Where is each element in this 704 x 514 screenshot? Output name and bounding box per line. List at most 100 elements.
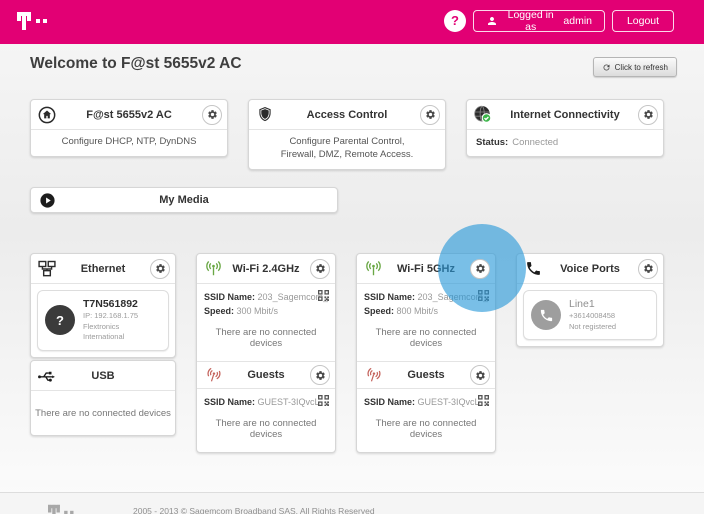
card-usb: USB There are no connected devices: [30, 360, 176, 436]
wifi-5ghz-guests-no-devices: There are no connected devices: [364, 418, 488, 440]
guest-antenna-icon: [360, 362, 385, 387]
qr-code-icon[interactable]: [318, 290, 329, 301]
wifi-24ghz-settings-button[interactable]: [310, 259, 330, 279]
question-avatar: ?: [45, 305, 75, 335]
home-icon: [37, 105, 57, 125]
refresh-label: Click to refresh: [615, 63, 668, 72]
voice-ports-settings-button[interactable]: [638, 259, 658, 279]
speed-label: Speed:: [364, 306, 394, 316]
wifi-24ghz-guests-info: SSID Name: GUEST-3IQvcL There are no con…: [197, 389, 335, 452]
qr-code-icon[interactable]: [318, 395, 329, 406]
card-internet-title: Internet Connectivity: [467, 109, 663, 121]
wifi-24ghz-no-devices: There are no connected devices: [204, 327, 328, 349]
card-voice-ports-header[interactable]: Voice Ports: [517, 254, 663, 284]
card-wifi-5ghz: Wi-Fi 5GHz SSID Name: 203_Sagemcom_... S…: [356, 253, 496, 453]
card-gateway-header[interactable]: F@st 5655v2 AC: [31, 100, 227, 130]
wifi-24ghz-guests-settings-button[interactable]: [310, 365, 330, 385]
card-internet: Internet Connectivity Status:Connected: [466, 99, 664, 157]
ssid-value: GUEST-3IQvcL: [418, 397, 480, 407]
card-wifi-24ghz: Wi-Fi 2.4GHz SSID Name: 203_Sagemcom_...…: [196, 253, 336, 453]
copyright-text: 2005 - 2013 © Sagemcom Broadband SAS. Al…: [133, 506, 375, 514]
internet-settings-button[interactable]: [638, 105, 658, 125]
wifi-24ghz-guests-header[interactable]: Guests: [197, 361, 335, 389]
qr-code-icon[interactable]: [478, 290, 489, 301]
top-bar-actions: ? Logged in as admin Logout: [444, 10, 674, 32]
globe-check-icon: [473, 105, 493, 125]
telekom-logo-footer: [48, 504, 87, 514]
wifi-5ghz-settings-button[interactable]: [470, 259, 490, 279]
voice-line-name: Line1: [569, 298, 616, 311]
logout-button[interactable]: Logout: [612, 10, 674, 32]
user-icon: [486, 15, 498, 27]
logged-in-user: admin: [563, 15, 592, 27]
gear-icon: [155, 263, 166, 274]
page-title: Welcome to F@st 5655v2 AC: [30, 55, 242, 73]
ssid-value: GUEST-3IQvcL: [258, 397, 320, 407]
ethernet-device-vendor: Flextronics International: [83, 322, 161, 343]
qr-code-icon[interactable]: [478, 395, 489, 406]
access-control-settings-button[interactable]: [420, 105, 440, 125]
play-icon: [39, 192, 56, 209]
ethernet-device-ip: IP: 192.168.1.75: [83, 311, 161, 322]
ssid-label: SSID Name:: [364, 397, 415, 407]
help-button[interactable]: ?: [444, 10, 466, 32]
gateway-settings-button[interactable]: [202, 105, 222, 125]
card-access-control-header[interactable]: Access Control: [249, 100, 445, 130]
wifi-5ghz-guests-header[interactable]: Guests: [357, 361, 495, 389]
refresh-icon: [602, 63, 611, 72]
card-wifi-24ghz-header[interactable]: Wi-Fi 2.4GHz: [197, 254, 335, 284]
ssid-label: SSID Name:: [204, 292, 255, 302]
logout-label: Logout: [627, 15, 659, 27]
voice-line-number: +3614008458: [569, 311, 616, 322]
card-wifi-5ghz-header[interactable]: Wi-Fi 5GHz: [357, 254, 495, 284]
gear-icon: [643, 109, 654, 120]
card-ethernet: Ethernet ? T7N561892 IP: 192.168.1.75 Fl…: [30, 253, 176, 358]
card-access-control-description: Configure Parental Control, Firewall, DM…: [249, 130, 445, 169]
gear-icon: [207, 109, 218, 120]
card-access-control: Access Control Configure Parental Contro…: [248, 99, 446, 170]
phone-icon: [523, 259, 543, 279]
shield-icon: [255, 105, 275, 125]
card-gateway-description: Configure DHCP, NTP, DynDNS: [31, 130, 227, 156]
card-gateway-title: F@st 5655v2 AC: [31, 109, 227, 121]
card-voice-ports: Voice Ports Line1 +3614008458 Not regist…: [516, 253, 664, 347]
gear-icon: [643, 263, 654, 274]
wifi-5ghz-no-devices: There are no connected devices: [364, 327, 488, 349]
gear-icon: [425, 109, 436, 120]
card-gateway: F@st 5655v2 AC Configure DHCP, NTP, DynD…: [30, 99, 228, 157]
ethernet-device-name: T7N561892: [83, 298, 161, 311]
card-my-media[interactable]: My Media: [30, 187, 338, 213]
guest-antenna-icon: [200, 362, 225, 387]
usb-no-devices: There are no connected devices: [35, 408, 171, 419]
wifi-5ghz-guests-settings-button[interactable]: [470, 365, 490, 385]
internet-status: Status:Connected: [467, 130, 663, 156]
refresh-button[interactable]: Click to refresh: [593, 57, 677, 77]
logged-in-label: Logged in as: [503, 9, 558, 33]
ethernet-device-card[interactable]: ? T7N561892 IP: 192.168.1.75 Flextronics…: [37, 290, 169, 351]
ssid-label: SSID Name:: [204, 397, 255, 407]
logged-in-button[interactable]: Logged in as admin: [473, 10, 605, 32]
phone-avatar-icon: [531, 300, 561, 330]
speed-value: 800 Mbit/s: [397, 306, 439, 316]
internet-status-value: Connected: [512, 137, 558, 148]
my-media-title: My Media: [31, 194, 337, 206]
telekom-logo: [17, 11, 63, 33]
ethernet-icon: [37, 259, 57, 279]
top-bar: ? Logged in as admin Logout: [0, 0, 704, 44]
wifi-antenna-icon: [203, 259, 223, 279]
card-usb-header[interactable]: USB: [31, 361, 175, 391]
card-internet-header[interactable]: Internet Connectivity: [467, 100, 663, 130]
gear-icon: [475, 370, 486, 381]
card-ethernet-header[interactable]: Ethernet: [31, 254, 175, 284]
gear-icon: [315, 370, 326, 381]
router-admin-screen: ? Logged in as admin Logout Welcome to F…: [0, 0, 704, 514]
wifi-24ghz-guests-no-devices: There are no connected devices: [204, 418, 328, 440]
ethernet-settings-button[interactable]: [150, 259, 170, 279]
gear-icon: [475, 263, 486, 274]
voice-line-card[interactable]: Line1 +3614008458 Not registered: [523, 290, 657, 340]
wifi-antenna-icon: [363, 259, 383, 279]
usb-icon: [37, 366, 57, 386]
voice-line-status: Not registered: [569, 322, 616, 333]
wifi-24ghz-info: SSID Name: 203_Sagemcom_... Speed: 300 M…: [197, 284, 335, 361]
gear-icon: [315, 263, 326, 274]
